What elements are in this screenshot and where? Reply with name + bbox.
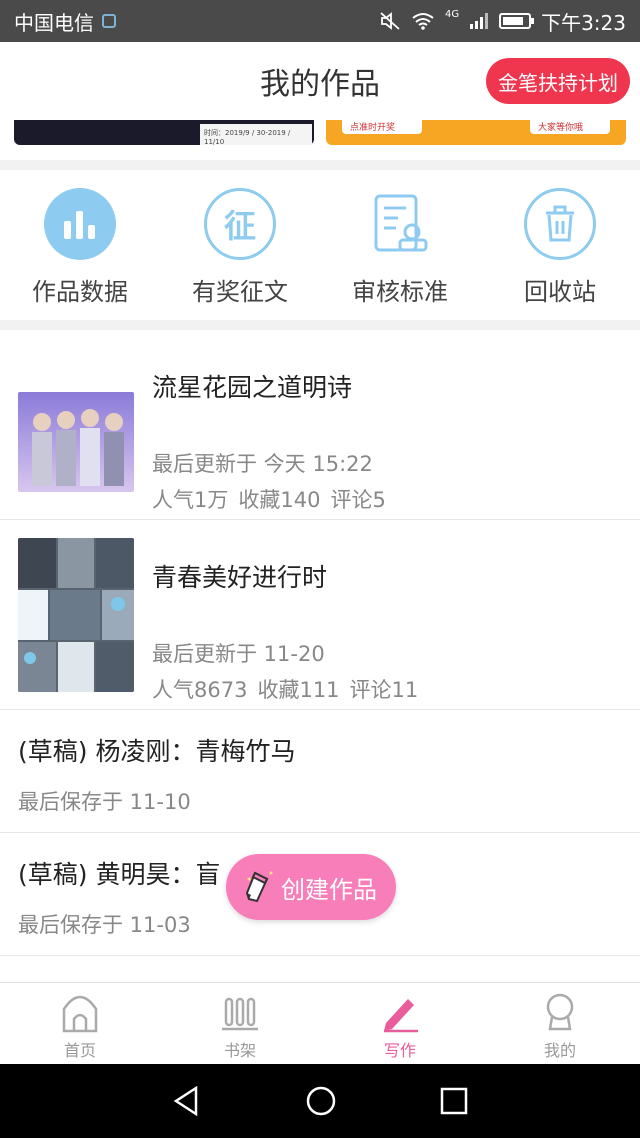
work-stats: 人气8673 收藏111 评论11: [152, 674, 418, 704]
bookshelf-icon: [222, 997, 258, 1031]
banner-right[interactable]: 点准时开奖 大家等你哦: [326, 120, 626, 145]
bar-chart-icon: [44, 188, 116, 260]
action-label: 作品数据: [32, 278, 128, 306]
work-comments: 评论5: [330, 488, 386, 512]
tab-bookshelf[interactable]: 书架: [160, 983, 320, 1064]
draft-saved: 最后保存于 11-10: [18, 790, 191, 814]
action-work-data[interactable]: 作品数据: [5, 188, 155, 307]
work-comments: 评论11: [349, 678, 419, 702]
tab-mine[interactable]: 我的: [480, 983, 640, 1064]
app-header: 我的作品 金笔扶持计划: [0, 42, 640, 120]
work-item[interactable]: 流星花园之道明诗 最后更新于 今天 15:22 人气1万 收藏140 评论5: [0, 330, 640, 520]
profile-icon: [546, 993, 574, 1031]
banner-right-tag-left: 点准时开奖: [342, 120, 422, 134]
review-doc-icon: [364, 188, 436, 260]
action-essay-contest[interactable]: 征 有奖征文: [165, 188, 315, 307]
mute-icon: [380, 12, 400, 30]
status-bar: 中国电信 4G 下午3:23: [0, 0, 640, 42]
tab-label: 我的: [543, 1041, 576, 1060]
work-popularity: 人气8673: [152, 678, 248, 702]
recents-icon[interactable]: [440, 1087, 468, 1115]
create-work-button[interactable]: 创建作品: [226, 854, 396, 920]
trash-icon: [524, 188, 596, 260]
banner-right-tag-right: 大家等你哦: [530, 120, 610, 134]
network-type: 4G: [444, 8, 460, 20]
wifi-icon: [412, 13, 434, 30]
work-updated: 最后更新于 11-20: [152, 642, 325, 666]
create-work-label: 创建作品: [281, 875, 377, 904]
quick-actions: 作品数据 征 有奖征文 审核标准 回收站: [0, 170, 640, 320]
pen-icon: [384, 999, 418, 1033]
carrier-badge-icon: [102, 14, 116, 28]
carrier-name: 中国电信: [14, 10, 94, 35]
bottom-tab-bar: 首页 书架 写作 我的: [0, 982, 640, 1064]
action-review-standard[interactable]: 审核标准: [325, 188, 475, 307]
banner-left-caption: 时间：2019/9 / 30-2019 / 11/10: [200, 124, 312, 146]
work-favorites: 收藏140: [238, 488, 321, 512]
signal-icon: [470, 13, 489, 29]
banner-left[interactable]: 时间：2019/9 / 30-2019 / 11/10: [14, 120, 314, 146]
system-nav-bar: [0, 1064, 640, 1138]
action-label: 回收站: [524, 278, 596, 306]
draft-item[interactable]: (草稿) 杨凌刚：青梅竹马 最后保存于 11-10: [0, 710, 640, 833]
action-label: 审核标准: [352, 278, 448, 306]
tab-label: 书架: [223, 1041, 256, 1060]
back-icon[interactable]: [172, 1085, 202, 1117]
action-label: 有奖征文: [192, 278, 288, 306]
draft-title: (草稿) 黄明昊：盲: [18, 860, 221, 889]
battery-icon: [499, 13, 535, 29]
pencil-icon: [245, 871, 273, 903]
work-cover-image: [18, 538, 134, 692]
work-popularity: 人气1万: [152, 488, 229, 512]
banner-carousel[interactable]: 时间：2019/9 / 30-2019 / 11/10 点准时开奖 大家等你哦: [0, 120, 640, 160]
tab-label: 首页: [63, 1041, 96, 1060]
work-favorites: 收藏111: [257, 678, 340, 702]
tab-home[interactable]: 首页: [0, 983, 160, 1064]
tab-label: 写作: [383, 1041, 416, 1060]
work-stats: 人气1万 收藏140 评论5: [152, 484, 386, 514]
home-button-icon[interactable]: [305, 1085, 337, 1117]
work-item[interactable]: 青春美好进行时 最后更新于 11-20 人气8673 收藏111 评论11: [0, 520, 640, 710]
draft-saved: 最后保存于 11-03: [18, 913, 191, 937]
work-cover-image: [18, 392, 134, 492]
tab-writing[interactable]: 写作: [320, 983, 480, 1064]
work-title: 青春美好进行时: [152, 563, 328, 592]
draft-title: (草稿) 杨凌刚：青梅竹马: [18, 737, 296, 766]
work-title: 流星花园之道明诗: [152, 373, 353, 402]
home-icon: [62, 995, 98, 1033]
work-updated: 最后更新于 今天 15:22: [152, 452, 373, 476]
clock: 下午3:23: [541, 10, 626, 35]
essay-glyph: 征: [223, 207, 256, 245]
support-plan-button[interactable]: 金笔扶持计划: [486, 58, 630, 104]
page-title: 我的作品: [260, 67, 380, 102]
essay-icon: 征: [204, 188, 276, 260]
action-recycle-bin[interactable]: 回收站: [485, 188, 635, 307]
